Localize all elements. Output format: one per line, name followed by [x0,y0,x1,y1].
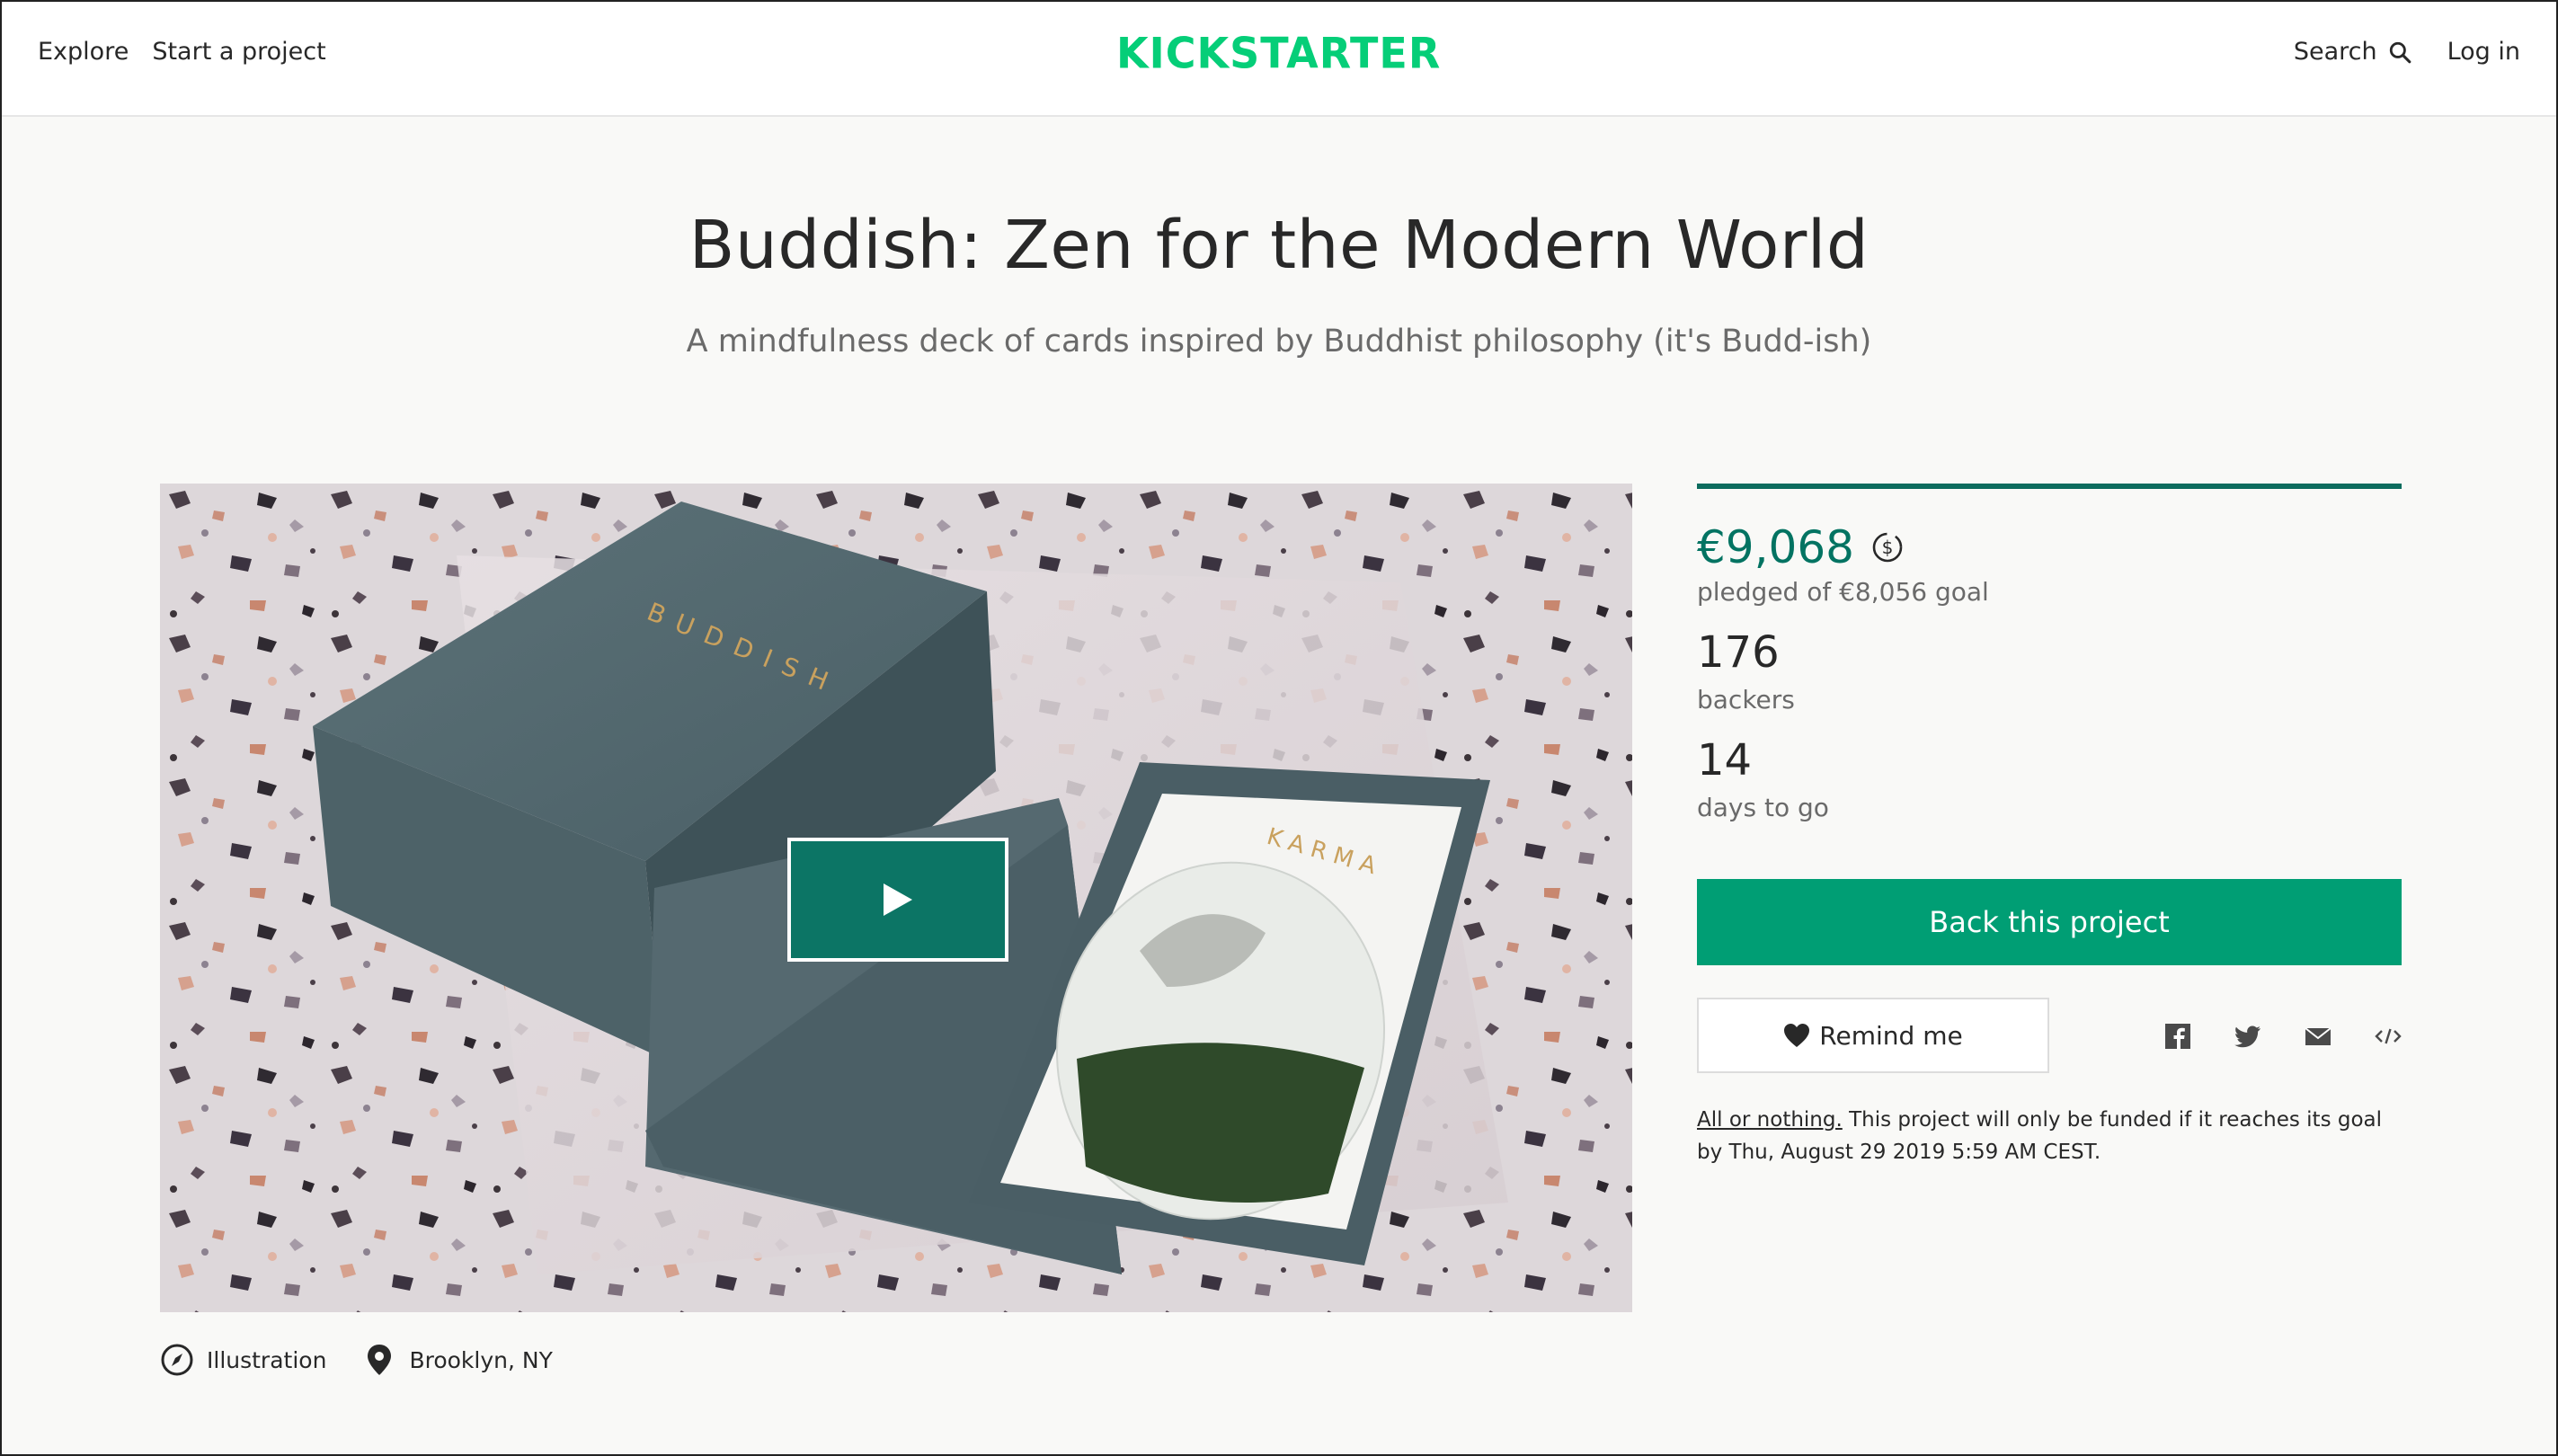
project-video[interactable]: BUDDISH KARMA [160,484,1632,1312]
kickstarter-logo[interactable]: KICKSTARTER [1116,28,1441,77]
top-navigation-bar: Explore Start a project KICKSTARTER Sear… [2,2,2556,117]
back-project-button[interactable]: Back this project [1697,879,2402,965]
pledged-goal-label: pledged of €8,056 goal [1697,577,1989,607]
backers-count: 176 [1697,627,1780,678]
location-label: Brooklyn, NY [409,1346,553,1373]
login-link[interactable]: Log in [2447,38,2520,66]
location-pin-icon [368,1345,392,1375]
play-icon [884,883,912,916]
search-label: Search [2293,38,2377,66]
category-label: Illustration [207,1346,327,1373]
email-share-icon[interactable] [2303,1021,2333,1052]
facebook-share-icon[interactable] [2163,1021,2193,1052]
funding-note: All or nothing. This project will only b… [1697,1104,2407,1168]
project-title: Buddish: Zen for the Modern World [688,207,1870,284]
nav-right: Search Log in [2294,38,2520,66]
search-icon [2389,41,2411,63]
project-subtitle: A mindfulness deck of cards inspired by … [686,324,1872,360]
days-to-go-count: 14 [1697,735,1753,786]
location-link[interactable]: Brooklyn, NY [362,1343,553,1377]
remind-me-label: Remind me [1819,1020,1963,1051]
twitter-share-icon[interactable] [2233,1021,2263,1052]
project-meta: Illustration Brooklyn, NY [160,1343,589,1377]
pledged-value: €9,068 [1697,521,1854,573]
svg-text:$: $ [1882,537,1894,558]
heart-icon [1784,1024,1810,1047]
play-video-button[interactable] [787,838,1008,962]
category-link[interactable]: Illustration [160,1343,326,1377]
pledged-amount: €9,068 $ [1697,521,1906,573]
remind-me-button[interactable]: Remind me [1697,998,2049,1073]
currency-convert-icon[interactable]: $ [1869,528,1906,566]
search-button[interactable]: Search [2294,38,2411,66]
embed-code-icon[interactable] [2373,1021,2403,1052]
compass-icon [161,1344,193,1376]
explore-link[interactable]: Explore [38,38,129,66]
all-or-nothing-link[interactable]: All or nothing. [1697,1108,1843,1132]
start-project-link[interactable]: Start a project [152,38,325,66]
days-to-go-label: days to go [1697,793,1829,822]
funding-progress-bar [1697,484,2402,489]
backers-label: backers [1697,685,1795,715]
nav-left: Explore Start a project [38,38,326,66]
